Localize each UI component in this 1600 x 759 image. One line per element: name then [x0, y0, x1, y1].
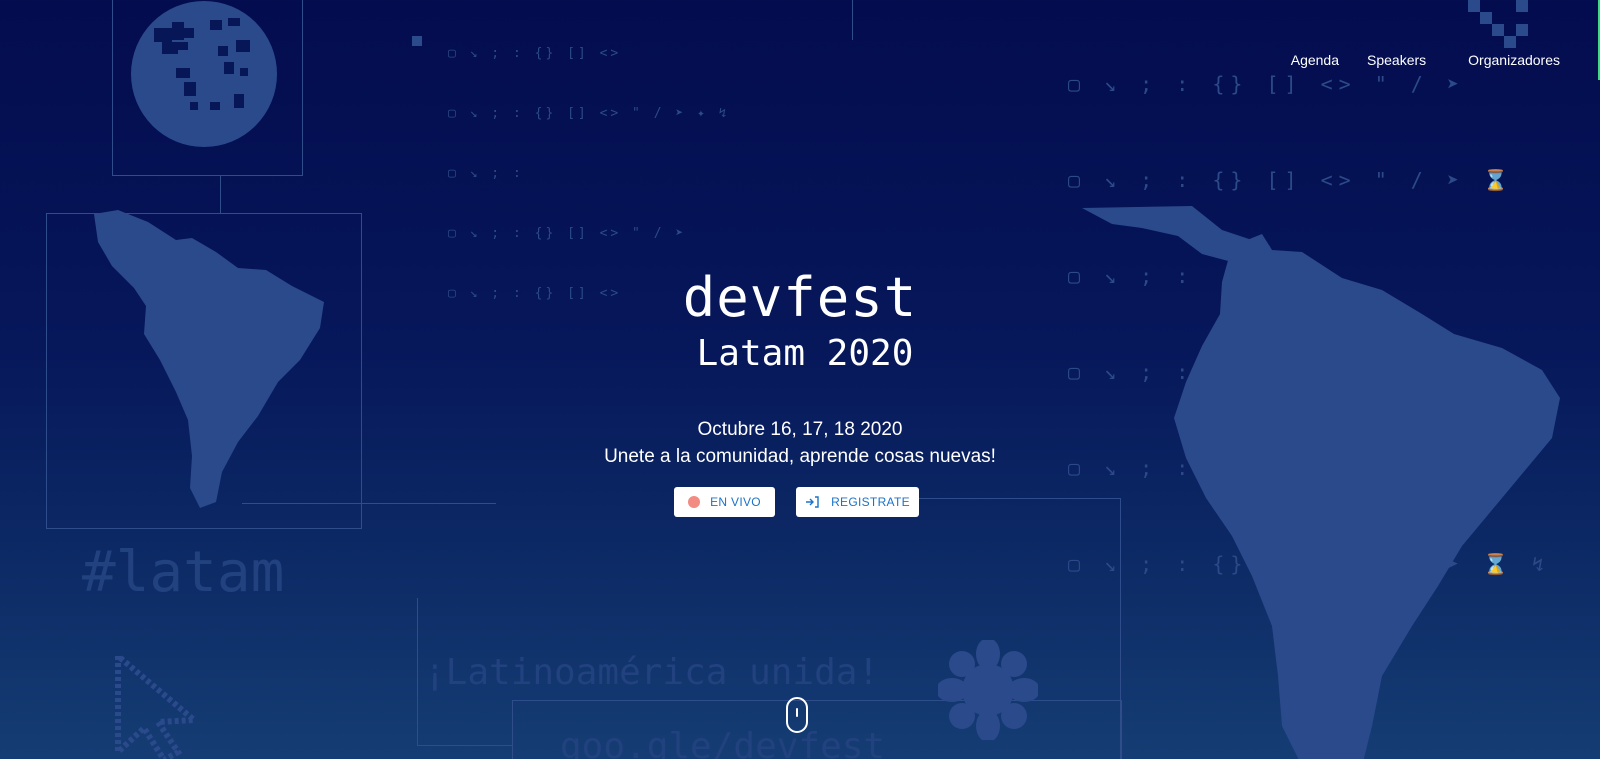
live-dot-icon: [688, 496, 701, 508]
event-tagline: Unete a la comunidad, aprende cosas nuev…: [604, 446, 996, 467]
nav-organizadores[interactable]: Organizadores: [1468, 52, 1560, 68]
devfest-logo: devfest: [682, 266, 918, 329]
mouse-scroll-icon[interactable]: [786, 697, 808, 733]
event-dates: Octubre 16, 17, 18 2020: [697, 419, 903, 440]
corner-square: [412, 36, 422, 46]
nav-agenda[interactable]: Agenda: [1291, 52, 1339, 68]
pixel-shape-icon: [1468, 0, 1528, 48]
pointer-cursor-icon: [115, 652, 202, 759]
register-button-label: REGISTRATE: [831, 495, 910, 509]
globe-icon: [131, 1, 277, 147]
flower-icon: [938, 640, 1038, 740]
register-icon: [806, 496, 819, 508]
slogan-text: ¡Latinoamérica unida!: [424, 652, 880, 693]
link-text: goo.gle/devfest: [560, 726, 886, 759]
nav-speakers[interactable]: Speakers: [1367, 52, 1426, 68]
top-nav: Agenda Speakers Organizadores: [1291, 52, 1560, 68]
hashtag-text: #latam: [82, 540, 285, 605]
live-button-label: EN VIVO: [710, 495, 761, 509]
register-button[interactable]: REGISTRATE: [796, 487, 919, 517]
live-button[interactable]: EN VIVO: [674, 487, 775, 517]
latam-2020-logo: Latam 2020: [696, 333, 914, 374]
